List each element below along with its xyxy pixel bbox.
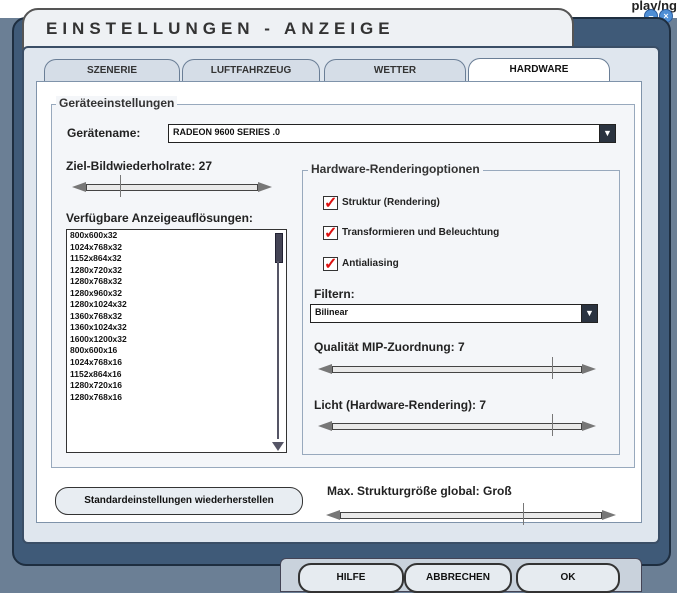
list-item[interactable]: 800x600x32: [67, 230, 286, 242]
mip-label: Qualität MIP-Zuordnung: 7: [314, 340, 465, 354]
light-label: Licht (Hardware-Rendering): 7: [314, 398, 487, 412]
list-item[interactable]: 800x600x16: [67, 345, 286, 357]
checkbox-struktur-label: Struktur (Rendering): [342, 197, 440, 208]
tab-wetter[interactable]: WETTER: [324, 59, 466, 82]
resolutions-label: Verfügbare Anzeigeauflösungen:: [66, 211, 253, 225]
slider-track: [332, 366, 582, 373]
checkbox-antialiasing[interactable]: [323, 254, 338, 274]
hardware-rendering-title: Hardware-Renderingoptionen: [308, 162, 483, 176]
slider-thumb[interactable]: [550, 414, 555, 436]
list-item[interactable]: 1152x864x32: [67, 253, 286, 265]
tab-luftfahrzeug[interactable]: LUFTFAHRZEUG: [182, 59, 320, 82]
list-item[interactable]: 1280x768x32: [67, 276, 286, 288]
checkbox-struktur[interactable]: [323, 193, 338, 213]
slider-track: [86, 184, 258, 191]
list-item[interactable]: 1280x768x16: [67, 392, 286, 404]
refresh-rate-label: Ziel-Bildwiederholrate: 27: [66, 159, 213, 173]
slider-right-arrow-icon[interactable]: [582, 421, 596, 431]
filter-label: Filtern:: [314, 287, 355, 301]
resolutions-scrollbar[interactable]: [270, 229, 284, 451]
device-name-value: RADEON 9600 SERIES .0: [173, 127, 281, 137]
slider-left-arrow-icon[interactable]: [326, 510, 340, 520]
filter-value: Bilinear: [315, 307, 349, 317]
ok-button[interactable]: OK: [516, 563, 620, 593]
slider-track: [340, 512, 602, 519]
list-item[interactable]: 1280x720x32: [67, 265, 286, 277]
filter-dropdown[interactable]: Bilinear ▼: [310, 304, 598, 323]
cancel-button[interactable]: ABBRECHEN: [404, 563, 512, 593]
list-item[interactable]: 1280x720x16: [67, 380, 286, 392]
checkbox-antialiasing-label: Antialiasing: [342, 258, 399, 269]
slider-left-arrow-icon[interactable]: [318, 364, 332, 374]
chevron-down-icon[interactable]: ▼: [599, 125, 615, 142]
max-texture-label: Max. Strukturgröße global: Groß: [327, 484, 512, 498]
device-name-dropdown[interactable]: RADEON 9600 SERIES .0 ▼: [168, 124, 616, 143]
dialog-title-tab: EINSTELLUNGEN - ANZEIGE: [22, 8, 574, 50]
list-item[interactable]: 1360x1024x32: [67, 322, 286, 334]
list-item[interactable]: 1024x768x16: [67, 357, 286, 369]
slider-thumb[interactable]: [550, 357, 555, 379]
help-button[interactable]: HILFE: [298, 563, 404, 593]
max-texture-slider[interactable]: [326, 503, 616, 525]
reset-defaults-button[interactable]: Standardeinstellungen wiederherstellen: [55, 487, 303, 515]
slider-left-arrow-icon[interactable]: [72, 182, 86, 192]
slider-thumb[interactable]: [118, 175, 123, 197]
device-settings-title: Geräteeinstellungen: [56, 96, 178, 110]
list-item[interactable]: 1280x960x32: [67, 288, 286, 300]
tab-szenerie[interactable]: SZENERIE: [44, 59, 180, 82]
list-item[interactable]: 1152x864x16: [67, 369, 286, 381]
list-item[interactable]: 1360x768x32: [67, 311, 286, 323]
scroll-down-icon[interactable]: [272, 442, 284, 451]
slider-thumb[interactable]: [521, 503, 526, 525]
slider-right-arrow-icon[interactable]: [258, 182, 272, 192]
list-item[interactable]: 1600x1200x32: [67, 334, 286, 346]
slider-track: [332, 423, 582, 430]
light-slider[interactable]: [318, 414, 596, 436]
refresh-rate-slider[interactable]: [72, 175, 272, 197]
checkbox-transformieren-label: Transformieren und Beleuchtung: [342, 227, 500, 238]
tab-hardware[interactable]: HARDWARE: [468, 58, 610, 83]
scrollbar-rail: [277, 261, 279, 439]
resolutions-list[interactable]: 800x600x32 1024x768x32 1152x864x32 1280x720…: [66, 229, 287, 453]
list-item[interactable]: 1024x768x32: [67, 241, 286, 254]
scrollbar-thumb[interactable]: [275, 233, 283, 263]
checkbox-transformieren[interactable]: [323, 223, 338, 243]
mip-slider[interactable]: [318, 357, 596, 379]
slider-right-arrow-icon[interactable]: [602, 510, 616, 520]
list-item[interactable]: 1280x1024x32: [67, 299, 286, 311]
dialog-title: EINSTELLUNGEN - ANZEIGE: [46, 19, 395, 38]
device-name-label: Gerätename:: [67, 126, 141, 140]
slider-left-arrow-icon[interactable]: [318, 421, 332, 431]
slider-right-arrow-icon[interactable]: [582, 364, 596, 374]
chevron-down-icon[interactable]: ▼: [581, 305, 597, 322]
